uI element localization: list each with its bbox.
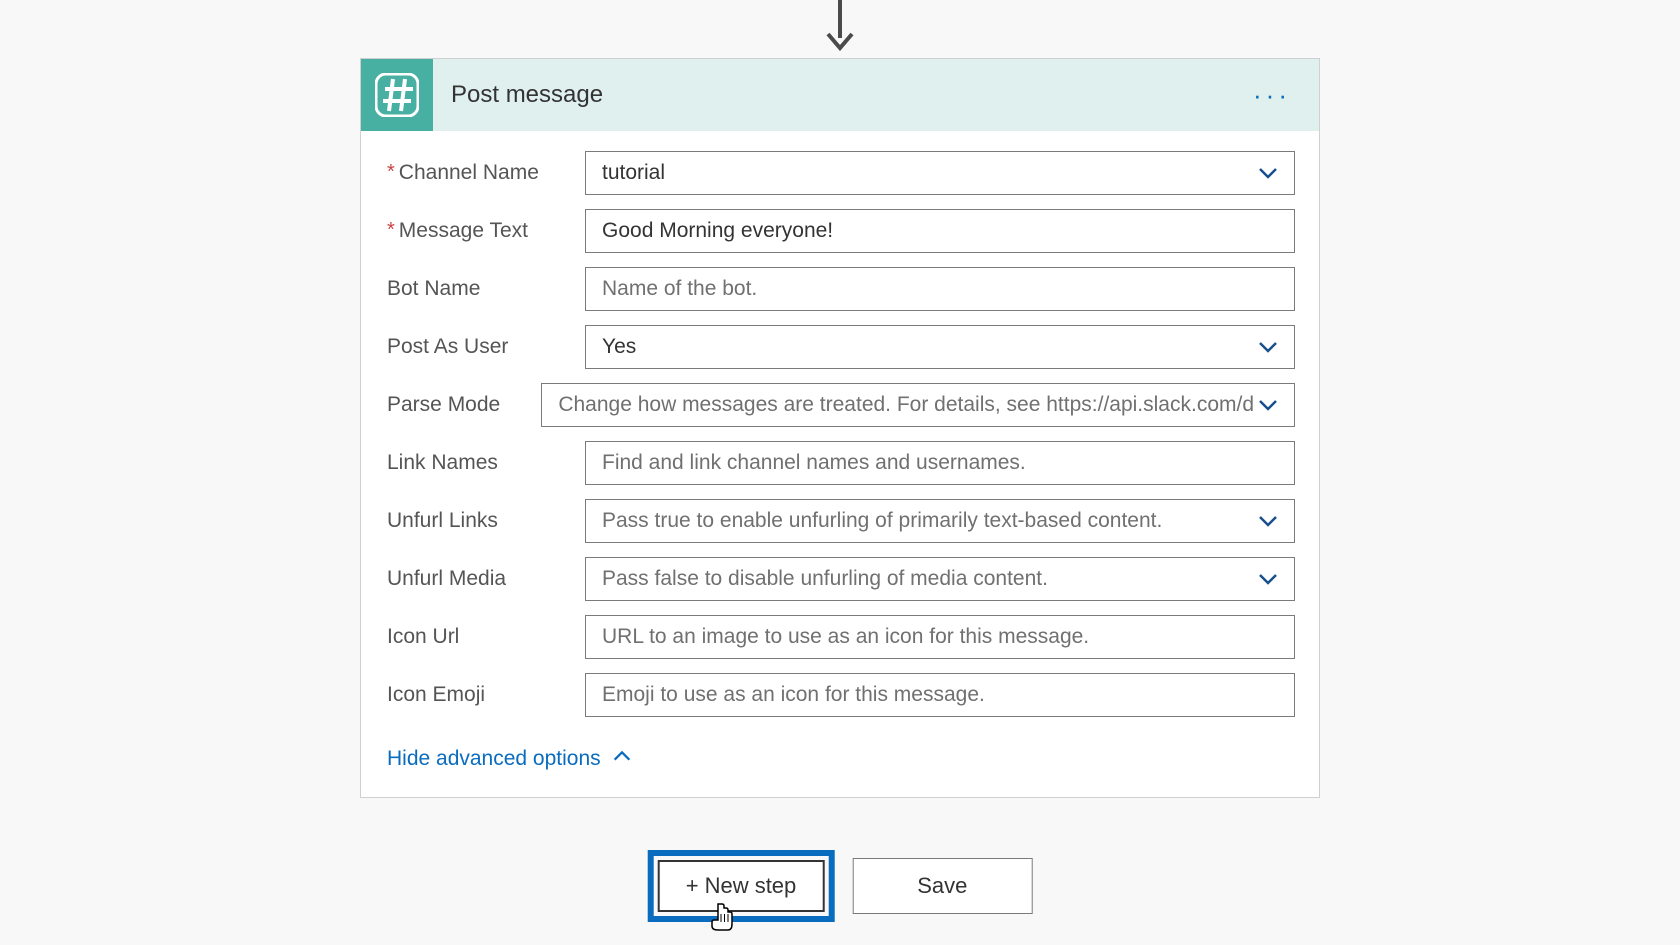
field-row-unfurl-links: Unfurl Links Pass true to enable unfurli… — [385, 499, 1295, 543]
card-body: *Channel Name tutorial *Message Text Goo… — [361, 131, 1319, 797]
field-row-unfurl-media: Unfurl Media Pass false to disable unfur… — [385, 557, 1295, 601]
unfurl-media-dropdown[interactable]: Pass false to disable unfurling of media… — [585, 557, 1295, 601]
chevron-up-icon — [611, 745, 633, 773]
card-title: Post message — [451, 81, 1241, 109]
field-row-icon-emoji: Icon Emoji Emoji to use as an icon for t… — [385, 673, 1295, 717]
field-row-parse-mode: Parse Mode Change how messages are treat… — [385, 383, 1295, 427]
save-button[interactable]: Save — [852, 858, 1032, 914]
hide-advanced-options-toggle[interactable]: Hide advanced options — [385, 745, 1295, 773]
post-message-card: Post message ··· *Channel Name tutorial … — [360, 58, 1320, 798]
field-label: Parse Mode — [385, 393, 541, 417]
plus-icon: + — [686, 873, 699, 899]
field-label: Unfurl Media — [385, 567, 585, 591]
required-indicator: * — [387, 219, 395, 241]
field-label: Post As User — [385, 335, 585, 359]
field-label: Unfurl Links — [385, 509, 585, 533]
link-names-input[interactable]: Find and link channel names and username… — [585, 441, 1295, 485]
field-label: *Channel Name — [385, 161, 585, 185]
field-label: *Message Text — [385, 219, 585, 243]
chevron-down-icon — [1254, 509, 1282, 533]
field-row-link-names: Link Names Find and link channel names a… — [385, 441, 1295, 485]
message-text-input[interactable]: Good Morning everyone! — [585, 209, 1295, 253]
slack-hash-icon — [361, 59, 433, 131]
chevron-down-icon — [1254, 161, 1282, 185]
chevron-down-icon — [1254, 335, 1282, 359]
footer-buttons: + New step Save — [648, 850, 1033, 922]
new-step-highlight: + New step — [648, 850, 835, 922]
field-label: Link Names — [385, 451, 585, 475]
bot-name-input[interactable]: Name of the bot. — [585, 267, 1295, 311]
icon-emoji-input[interactable]: Emoji to use as an icon for this message… — [585, 673, 1295, 717]
field-row-message-text: *Message Text Good Morning everyone! — [385, 209, 1295, 253]
chevron-down-icon — [1254, 567, 1282, 591]
field-row-post-as-user: Post As User Yes — [385, 325, 1295, 369]
parse-mode-dropdown[interactable]: Change how messages are treated. For det… — [541, 383, 1295, 427]
channel-name-dropdown[interactable]: tutorial — [585, 151, 1295, 195]
required-indicator: * — [387, 161, 395, 183]
card-menu-button[interactable]: ··· — [1241, 80, 1303, 111]
field-label: Icon Emoji — [385, 683, 585, 707]
field-row-bot-name: Bot Name Name of the bot. — [385, 267, 1295, 311]
chevron-down-icon — [1254, 393, 1282, 417]
new-step-button[interactable]: + New step — [658, 860, 825, 912]
field-label: Bot Name — [385, 277, 585, 301]
field-label: Icon Url — [385, 625, 585, 649]
field-row-channel-name: *Channel Name tutorial — [385, 151, 1295, 195]
post-as-user-dropdown[interactable]: Yes — [585, 325, 1295, 369]
flow-arrow-connector — [820, 0, 860, 61]
card-header[interactable]: Post message ··· — [361, 59, 1319, 131]
unfurl-links-dropdown[interactable]: Pass true to enable unfurling of primari… — [585, 499, 1295, 543]
field-row-icon-url: Icon Url URL to an image to use as an ic… — [385, 615, 1295, 659]
icon-url-input[interactable]: URL to an image to use as an icon for th… — [585, 615, 1295, 659]
